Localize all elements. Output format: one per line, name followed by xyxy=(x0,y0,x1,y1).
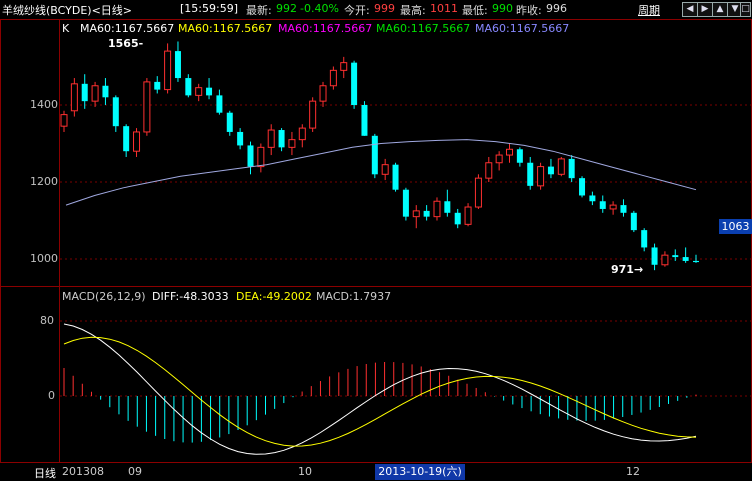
candle xyxy=(485,156,493,182)
candle xyxy=(340,56,348,79)
candle xyxy=(319,81,327,107)
candle xyxy=(620,199,627,217)
candle xyxy=(444,189,451,217)
period-label: 日线 xyxy=(34,467,56,480)
candle xyxy=(60,110,68,132)
y-tick-1000: 1000 xyxy=(30,252,58,265)
candle xyxy=(143,78,151,136)
current-price-tag: 1063 xyxy=(719,219,752,234)
ma-legend-3: MA60:1167.5667 xyxy=(278,22,373,35)
candle xyxy=(91,81,99,107)
macd-histogram xyxy=(63,361,697,443)
x-label-10: 10 xyxy=(298,465,312,478)
candle xyxy=(589,191,596,206)
candle xyxy=(112,95,119,132)
candle xyxy=(351,60,358,109)
ma-legend-5: MA60:1167.5667 xyxy=(475,22,570,35)
candle xyxy=(474,174,482,209)
candle xyxy=(267,124,275,156)
candle xyxy=(174,41,181,82)
macd-y-tick-0: 0 xyxy=(48,389,55,402)
candlestick-series xyxy=(60,41,699,271)
candle xyxy=(206,78,213,100)
candle xyxy=(630,210,637,233)
ma60-line xyxy=(65,139,697,206)
candle xyxy=(329,66,337,90)
candle xyxy=(216,89,223,115)
candle xyxy=(516,147,523,167)
candle xyxy=(641,228,648,252)
candle xyxy=(464,203,472,227)
candle xyxy=(557,156,565,177)
candle xyxy=(361,101,368,136)
diff-line xyxy=(63,323,697,455)
candle xyxy=(371,133,378,179)
candle xyxy=(423,205,430,221)
candle xyxy=(288,131,296,156)
low-marker: 971→ xyxy=(611,263,644,276)
candle xyxy=(693,254,699,263)
candle xyxy=(257,143,265,173)
x-label-09: 09 xyxy=(128,465,142,478)
candle xyxy=(547,158,554,179)
x-label-12: 12 xyxy=(626,465,640,478)
candle xyxy=(568,155,575,182)
candle xyxy=(527,156,534,190)
ma-legend-4: MA60:1167.5667 xyxy=(376,22,471,35)
candle xyxy=(506,143,514,163)
candle xyxy=(599,195,606,213)
candle xyxy=(661,251,669,267)
selected-date[interactable]: 2013-10-19(六) xyxy=(375,464,465,480)
candle xyxy=(154,76,161,94)
candle xyxy=(164,43,172,94)
k-label: K xyxy=(62,22,70,35)
ma-legend-1: MA60:1167.5667 xyxy=(80,22,175,35)
macd-y-tick-80: 80 xyxy=(40,314,54,327)
candle xyxy=(226,110,233,136)
y-tick-1400: 1400 xyxy=(30,98,58,111)
candle xyxy=(195,83,203,102)
ma-legend-2: MA60:1167.5667 xyxy=(178,22,273,35)
macd-title: MACD(26,12,9) xyxy=(62,290,146,303)
macd-dea: DEA:-49.2002 xyxy=(236,290,312,303)
candle xyxy=(278,128,285,152)
y-tick-1200: 1200 xyxy=(30,175,58,188)
candle xyxy=(298,124,306,148)
candle xyxy=(495,151,503,171)
candle xyxy=(412,205,420,229)
macd-value: MACD:1.7937 xyxy=(316,290,392,303)
candle xyxy=(237,128,244,150)
candle xyxy=(651,243,658,271)
candle xyxy=(682,247,689,263)
candle xyxy=(454,208,461,229)
candle xyxy=(81,74,88,109)
candle xyxy=(433,197,441,221)
candle xyxy=(609,201,617,215)
candle xyxy=(70,78,78,117)
x-label-201308: 201308 xyxy=(62,465,104,478)
candle xyxy=(392,162,399,192)
candle xyxy=(123,124,130,157)
candle xyxy=(672,249,679,261)
candle xyxy=(402,187,409,221)
candle xyxy=(579,176,586,198)
candle xyxy=(537,162,545,190)
candle xyxy=(309,97,317,132)
candle xyxy=(102,78,109,105)
candle xyxy=(185,74,192,98)
candle xyxy=(247,141,254,175)
high-marker: 1565- xyxy=(108,37,144,50)
candle xyxy=(133,128,141,157)
macd-diff: DIFF:-48.3033 xyxy=(152,290,229,303)
candle xyxy=(381,158,389,181)
chart-canvas[interactable] xyxy=(0,0,752,481)
